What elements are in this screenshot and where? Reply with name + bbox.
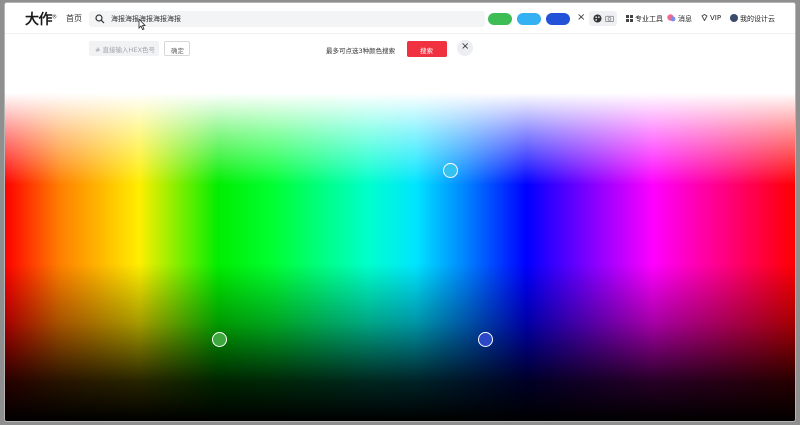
diamond-icon xyxy=(701,13,708,22)
my-design-cloud-link[interactable]: 我的设计云 xyxy=(730,14,775,24)
selected-color-swatch-3[interactable] xyxy=(546,13,570,25)
logo-mark: ® xyxy=(52,14,57,21)
message-icon xyxy=(667,14,676,22)
confirm-button[interactable]: 确定 xyxy=(164,41,190,56)
hex-input-field[interactable]: # 直接输入HEX色号 xyxy=(89,41,159,56)
search-tools-group xyxy=(589,11,617,26)
search-button-label: 搜索 xyxy=(420,47,433,55)
search-input[interactable]: 海报海报海报海报海报 xyxy=(111,14,181,24)
grid-icon xyxy=(626,15,633,22)
clear-colors-button[interactable]: × xyxy=(577,12,585,23)
vip-label: VIP xyxy=(710,14,722,22)
messages-label: 消息 xyxy=(678,15,692,23)
hex-input-placeholder: # 直接输入HEX色号 xyxy=(95,46,155,54)
nav-home-link[interactable]: 首页 xyxy=(66,13,82,24)
color-picker-handle-2[interactable] xyxy=(212,332,227,347)
close-button[interactable]: × xyxy=(457,40,473,56)
vip-link[interactable]: VIP xyxy=(701,13,722,22)
color-select-tip: 最多可点选3种颜色搜索 xyxy=(326,47,396,55)
color-picker-handle-3[interactable] xyxy=(478,332,493,347)
avatar xyxy=(730,14,738,22)
browser-frame: 大作® 首页 海报海报海报海报海报 × 专业工具 消息 VIP 我的设计云 # … xyxy=(5,3,795,421)
pro-tools-link[interactable]: 专业工具 xyxy=(626,14,663,24)
search-bar[interactable]: 海报海报海报海报海报 xyxy=(89,11,485,27)
color-picker-handle-1[interactable] xyxy=(443,163,458,178)
mouse-cursor-icon xyxy=(138,19,146,30)
camera-icon[interactable] xyxy=(605,15,614,22)
confirm-label: 确定 xyxy=(171,47,184,55)
color-spectrum-palette[interactable] xyxy=(5,93,795,421)
messages-link[interactable]: 消息 xyxy=(667,14,692,24)
my-design-cloud-label: 我的设计云 xyxy=(740,15,775,23)
top-header: 大作® 首页 海报海报海报海报海报 × 专业工具 消息 VIP 我的设计云 xyxy=(5,3,795,34)
search-icon xyxy=(95,14,105,24)
pro-tools-label: 专业工具 xyxy=(635,15,663,23)
selected-color-swatch-2[interactable] xyxy=(517,13,541,25)
palette-icon[interactable] xyxy=(593,14,602,23)
selected-color-swatch-1[interactable] xyxy=(488,13,512,25)
black-gradient-overlay xyxy=(5,93,795,421)
close-icon: × xyxy=(461,41,470,52)
search-button[interactable]: 搜索 xyxy=(407,41,447,57)
logo-text: 大作 xyxy=(25,12,53,28)
logo[interactable]: 大作® xyxy=(25,9,57,29)
